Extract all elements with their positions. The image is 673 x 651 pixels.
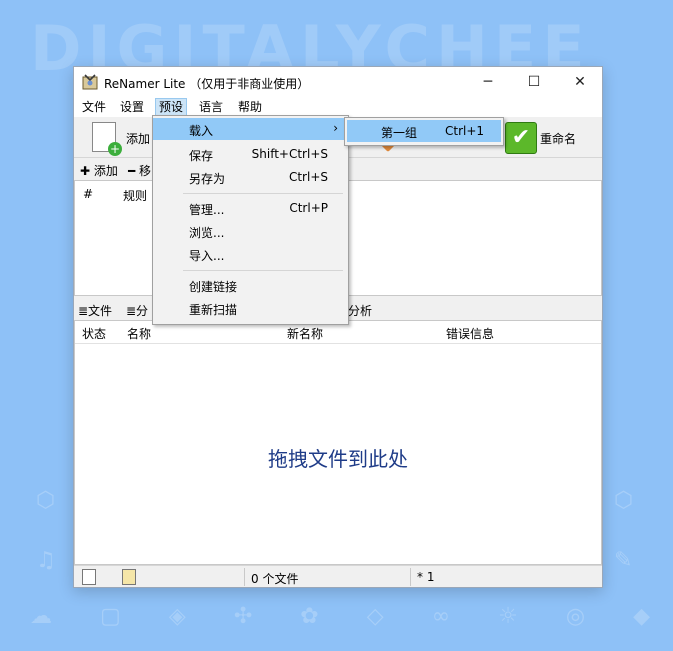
status-separator	[410, 568, 411, 586]
renamer-app-icon	[82, 74, 98, 90]
background-deco-icon: ☁	[30, 604, 52, 629]
files-column-error[interactable]: 错误信息	[446, 325, 494, 342]
background-deco-icon: ◎	[565, 604, 586, 629]
submenu-item-label: 第一组	[381, 126, 418, 140]
submenu-item-shortcut: Ctrl+1	[445, 124, 485, 138]
plus-icon: +	[108, 142, 122, 156]
background-deco-icon: ◈	[168, 604, 186, 629]
menu-item-label: 管理...	[189, 203, 225, 217]
menu-item-shortcut: Shift+Ctrl+S	[251, 147, 328, 161]
rename-checkmark-icon[interactable]: ✔	[505, 122, 537, 154]
menu-item-manage[interactable]: 管理... Ctrl+P	[153, 197, 348, 219]
background-deco-icon: ✿	[300, 604, 319, 629]
menu-separator	[183, 193, 343, 194]
menu-item-shortcut: Ctrl+S	[288, 170, 328, 184]
background-deco-icon: ▢	[100, 604, 121, 629]
add-files-button-label[interactable]: 添加	[126, 130, 150, 147]
submenu-item-group-1[interactable]: 第一组 Ctrl+1	[347, 120, 501, 142]
rules-column-rule[interactable]: 规则	[123, 187, 147, 204]
menu-item-label: 浏览...	[189, 226, 225, 240]
load-submenu: 第一组 Ctrl+1	[344, 117, 504, 146]
window-title: ReNamer Lite （仅用于非商业使用）	[104, 77, 310, 91]
menu-item-create-link[interactable]: 创建链接	[153, 274, 348, 296]
tab-filter[interactable]: ≣分	[126, 302, 148, 319]
files-column-status[interactable]: 状态	[82, 325, 106, 342]
minimize-button[interactable]: ─	[478, 72, 498, 92]
title-bar[interactable]: ReNamer Lite （仅用于非商业使用） ─ ☐ ✕	[74, 67, 602, 97]
background-deco-icon: ♫	[36, 548, 56, 573]
menu-item-label: 创建链接	[189, 280, 238, 294]
status-bar: 0 个文件 * 1	[74, 565, 602, 587]
menu-item-browse[interactable]: 浏览...	[153, 220, 348, 242]
presets-dropdown-menu: 载入 › 保存 Shift+Ctrl+S 另存为 Ctrl+S 管理... Ct…	[152, 115, 349, 325]
menu-item-load[interactable]: 载入 ›	[153, 118, 348, 140]
add-files-icon[interactable]: +	[92, 122, 122, 156]
background-deco-icon: ✎	[614, 548, 633, 573]
tab-files[interactable]: ≣文件	[78, 302, 112, 319]
menu-help[interactable]: 帮助	[235, 99, 265, 116]
menu-item-save[interactable]: 保存 Shift+Ctrl+S	[153, 143, 348, 165]
files-column-name[interactable]: 名称	[127, 325, 151, 342]
menu-item-label: 保存	[189, 149, 214, 163]
menu-item-label: 导入...	[189, 249, 225, 263]
background-deco-icon: ◇	[366, 604, 384, 629]
menu-language[interactable]: 语言	[196, 99, 226, 116]
status-separator	[244, 568, 245, 586]
rename-button-label[interactable]: 重命名	[540, 130, 576, 147]
rules-column-number[interactable]: #	[83, 187, 93, 201]
background-deco-icon: ◆	[633, 604, 650, 629]
maximize-button[interactable]: ☐	[524, 72, 544, 92]
submenu-arrow-icon: ›	[333, 121, 338, 135]
menu-bar: 文件 设置 预设 语言 帮助	[74, 97, 602, 117]
background-deco-icon: ⬡	[36, 488, 56, 513]
menu-item-label: 另存为	[189, 172, 226, 186]
menu-item-save-as[interactable]: 另存为 Ctrl+S	[153, 166, 348, 188]
preset-marker-status: * 1	[417, 570, 435, 584]
menu-item-label: 载入	[189, 124, 214, 138]
drop-files-hint: 拖拽文件到此处	[268, 447, 408, 471]
background-deco-icon: ⬡	[614, 488, 634, 513]
files-column-new-name[interactable]: 新名称	[287, 325, 323, 342]
add-rule-button[interactable]: ✚ 添加	[80, 162, 118, 179]
menu-separator	[183, 270, 343, 271]
menu-item-shortcut: Ctrl+P	[289, 201, 328, 215]
remove-rule-button[interactable]: ━ 移	[128, 162, 151, 179]
new-file-icon[interactable]	[82, 569, 96, 585]
files-list[interactable]: 状态 名称 新名称 错误信息 拖拽文件到此处	[74, 320, 602, 565]
menu-item-import[interactable]: 导入...	[153, 243, 348, 265]
close-button[interactable]: ✕	[570, 72, 590, 92]
menu-item-rescan[interactable]: 重新扫描	[153, 297, 348, 319]
background-deco-icon: ∞	[431, 604, 451, 629]
file-count-status: 0 个文件	[251, 572, 299, 586]
folder-search-icon[interactable]	[122, 569, 136, 585]
background-deco-row: ☁ ▢ ◈ ✣ ✿ ◇ ∞ ☼ ◎ ◆	[30, 604, 650, 629]
tab-analyze[interactable]: 分析	[348, 302, 372, 319]
background-deco-icon: ✣	[233, 604, 253, 629]
menu-settings[interactable]: 设置	[117, 99, 147, 116]
menu-item-label: 重新扫描	[189, 303, 238, 317]
menu-file[interactable]: 文件	[79, 99, 109, 116]
background-deco-icon: ☼	[498, 604, 518, 629]
